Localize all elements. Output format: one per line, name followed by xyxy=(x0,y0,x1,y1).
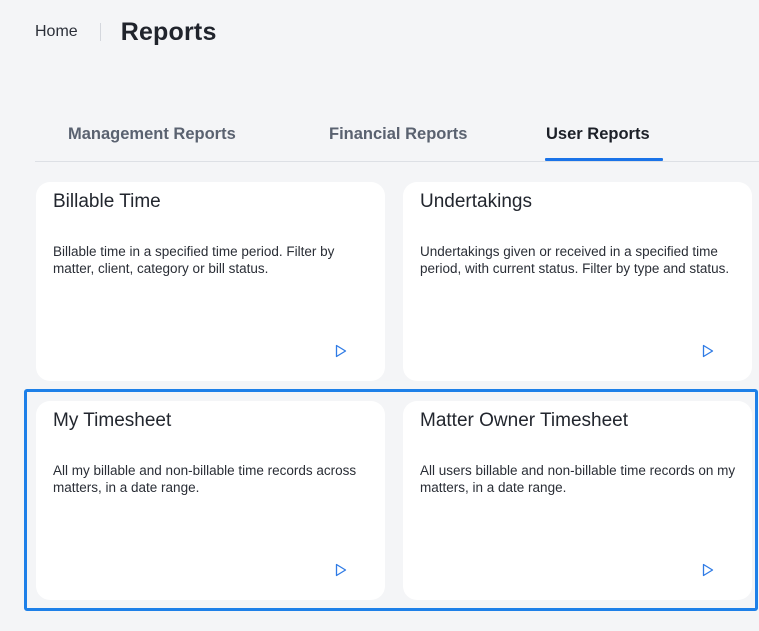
active-tab-indicator xyxy=(545,158,663,161)
card-title: Matter Owner Timesheet xyxy=(420,410,629,431)
tab-user-reports[interactable]: User Reports xyxy=(546,125,650,144)
tab-management-reports[interactable]: Management Reports xyxy=(68,125,236,144)
page-title: Reports xyxy=(120,17,217,46)
card-title: Undertakings xyxy=(420,191,532,212)
report-card-billable-time[interactable]: Billable Time Billable time in a specifi… xyxy=(36,182,385,381)
card-title: Billable Time xyxy=(53,191,161,212)
card-description: All my billable and non-billable time re… xyxy=(53,463,357,495)
report-card-my-timesheet[interactable]: My Timesheet All my billable and non-bil… xyxy=(36,401,385,600)
breadcrumb: Home Reports xyxy=(35,14,217,50)
tab-financial-reports[interactable]: Financial Reports xyxy=(329,125,467,144)
card-description: Billable time in a specified time period… xyxy=(53,244,335,276)
play-icon[interactable] xyxy=(335,563,347,577)
play-icon[interactable] xyxy=(702,344,714,358)
play-icon[interactable] xyxy=(335,344,347,358)
play-icon[interactable] xyxy=(702,563,714,577)
breadcrumb-home-link[interactable]: Home xyxy=(35,23,78,41)
report-card-undertakings[interactable]: Undertakings Undertakings given or recei… xyxy=(403,182,752,381)
card-description: All users billable and non-billable time… xyxy=(420,463,736,495)
report-tabs: Management Reports Financial Reports Use… xyxy=(35,112,759,162)
report-card-matter-owner-timesheet[interactable]: Matter Owner Timesheet All users billabl… xyxy=(403,401,752,600)
card-title: My Timesheet xyxy=(53,410,172,431)
card-description: Undertakings given or received in a spec… xyxy=(420,244,730,276)
breadcrumb-divider xyxy=(99,23,101,41)
